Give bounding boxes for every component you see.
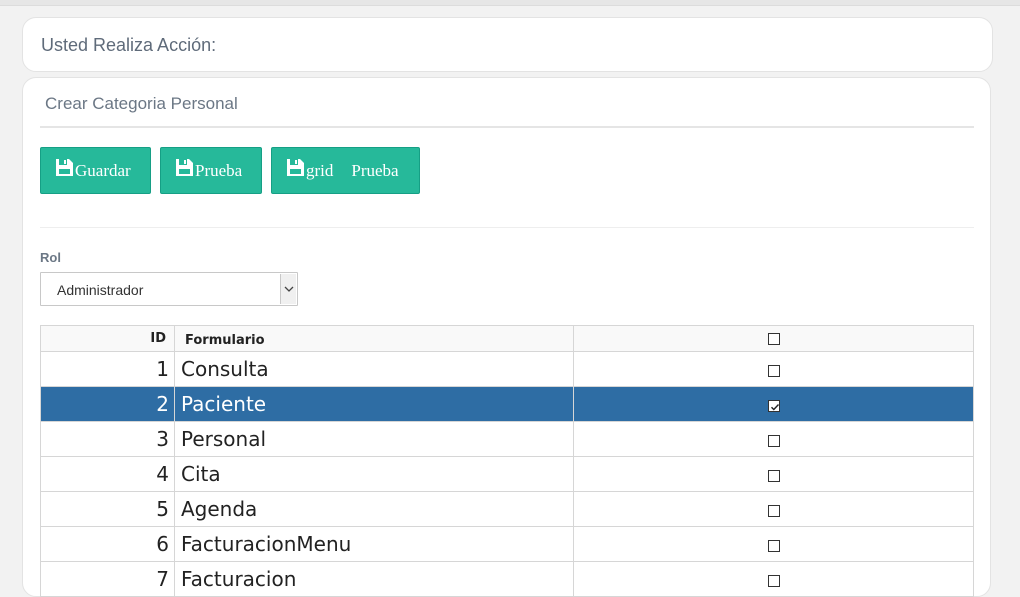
rol-selected-value: Administrador: [57, 282, 144, 298]
table-row[interactable]: 1 Consulta: [40, 351, 974, 387]
grid-prueba-button[interactable]: grid Prueba: [271, 147, 420, 194]
row-id: 1: [40, 351, 175, 387]
table-header-row: ID Formulario: [40, 325, 974, 352]
prueba-button[interactable]: Prueba: [160, 147, 262, 194]
row-checkbox[interactable]: [767, 469, 780, 482]
row-checkbox[interactable]: [767, 539, 780, 552]
row-checkbox[interactable]: [767, 574, 780, 587]
guardar-label: Guardar: [75, 160, 131, 180]
top-strip: [0, 0, 1020, 6]
row-id: 3: [40, 421, 175, 457]
row-id: 5: [40, 491, 175, 527]
row-id: 6: [40, 526, 175, 562]
row-checkbox[interactable]: [767, 364, 780, 377]
row-checkbox[interactable]: [767, 434, 780, 447]
row-id: 4: [40, 456, 175, 492]
row-formulario: Facturacion: [174, 561, 574, 597]
action-card: Usted Realiza Acción:: [22, 17, 993, 72]
row-formulario: Consulta: [174, 351, 574, 387]
select-all-checkbox[interactable]: [767, 332, 780, 345]
select-all-checkbox-cell: [573, 325, 974, 352]
forms-table: ID Formulario 1 Consulta 2 Paciente 3 Persona…: [40, 325, 974, 597]
main-card: Crear Categoria Personal Guardar Prueba …: [22, 77, 991, 597]
row-id: 7: [40, 561, 175, 597]
prueba-label: Prueba: [195, 160, 243, 180]
table-row[interactable]: 5 Agenda: [40, 491, 974, 527]
table-row[interactable]: 3 Personal: [40, 421, 974, 457]
row-checkbox-cell: [573, 491, 974, 527]
rol-select[interactable]: Administrador: [40, 272, 298, 306]
column-header-formulario[interactable]: Formulario: [174, 325, 574, 352]
rol-label: Rol: [40, 250, 61, 265]
row-formulario: Paciente: [174, 386, 574, 422]
table-row[interactable]: 4 Cita: [40, 456, 974, 492]
row-checkbox-cell: [573, 351, 974, 387]
action-card-title: Usted Realiza Acción:: [41, 35, 217, 55]
floppy-disk-icon: [55, 158, 74, 178]
row-formulario: FacturacionMenu: [174, 526, 574, 562]
table-row[interactable]: 6 FacturacionMenu: [40, 526, 974, 562]
grid-prueba-label: Prueba: [351, 160, 399, 180]
column-header-id[interactable]: ID: [40, 325, 175, 352]
floppy-disk-icon: [175, 158, 194, 178]
row-checkbox-cell: [573, 386, 974, 422]
row-formulario: Personal: [174, 421, 574, 457]
row-checkbox-cell: [573, 421, 974, 457]
grid-label: grid: [306, 160, 334, 180]
row-formulario: Agenda: [174, 491, 574, 527]
row-checkbox-cell: [573, 526, 974, 562]
table-row[interactable]: 7 Facturacion: [40, 561, 974, 597]
table-body: 1 Consulta 2 Paciente 3 Personal 4 Cita 5 Agenda 6…: [40, 351, 974, 597]
table-row[interactable]: 2 Paciente: [40, 386, 974, 422]
chevron-down-icon[interactable]: [280, 274, 296, 304]
row-checkbox-cell: [573, 561, 974, 597]
row-checkbox[interactable]: [767, 399, 780, 412]
divider: [40, 126, 974, 128]
floppy-disk-icon: [286, 158, 305, 178]
row-formulario: Cita: [174, 456, 574, 492]
row-id: 2: [40, 386, 175, 422]
row-checkbox-cell: [573, 456, 974, 492]
guardar-button[interactable]: Guardar: [40, 147, 151, 194]
divider: [40, 227, 974, 228]
row-checkbox[interactable]: [767, 504, 780, 517]
page-title: Crear Categoria Personal: [45, 94, 238, 113]
